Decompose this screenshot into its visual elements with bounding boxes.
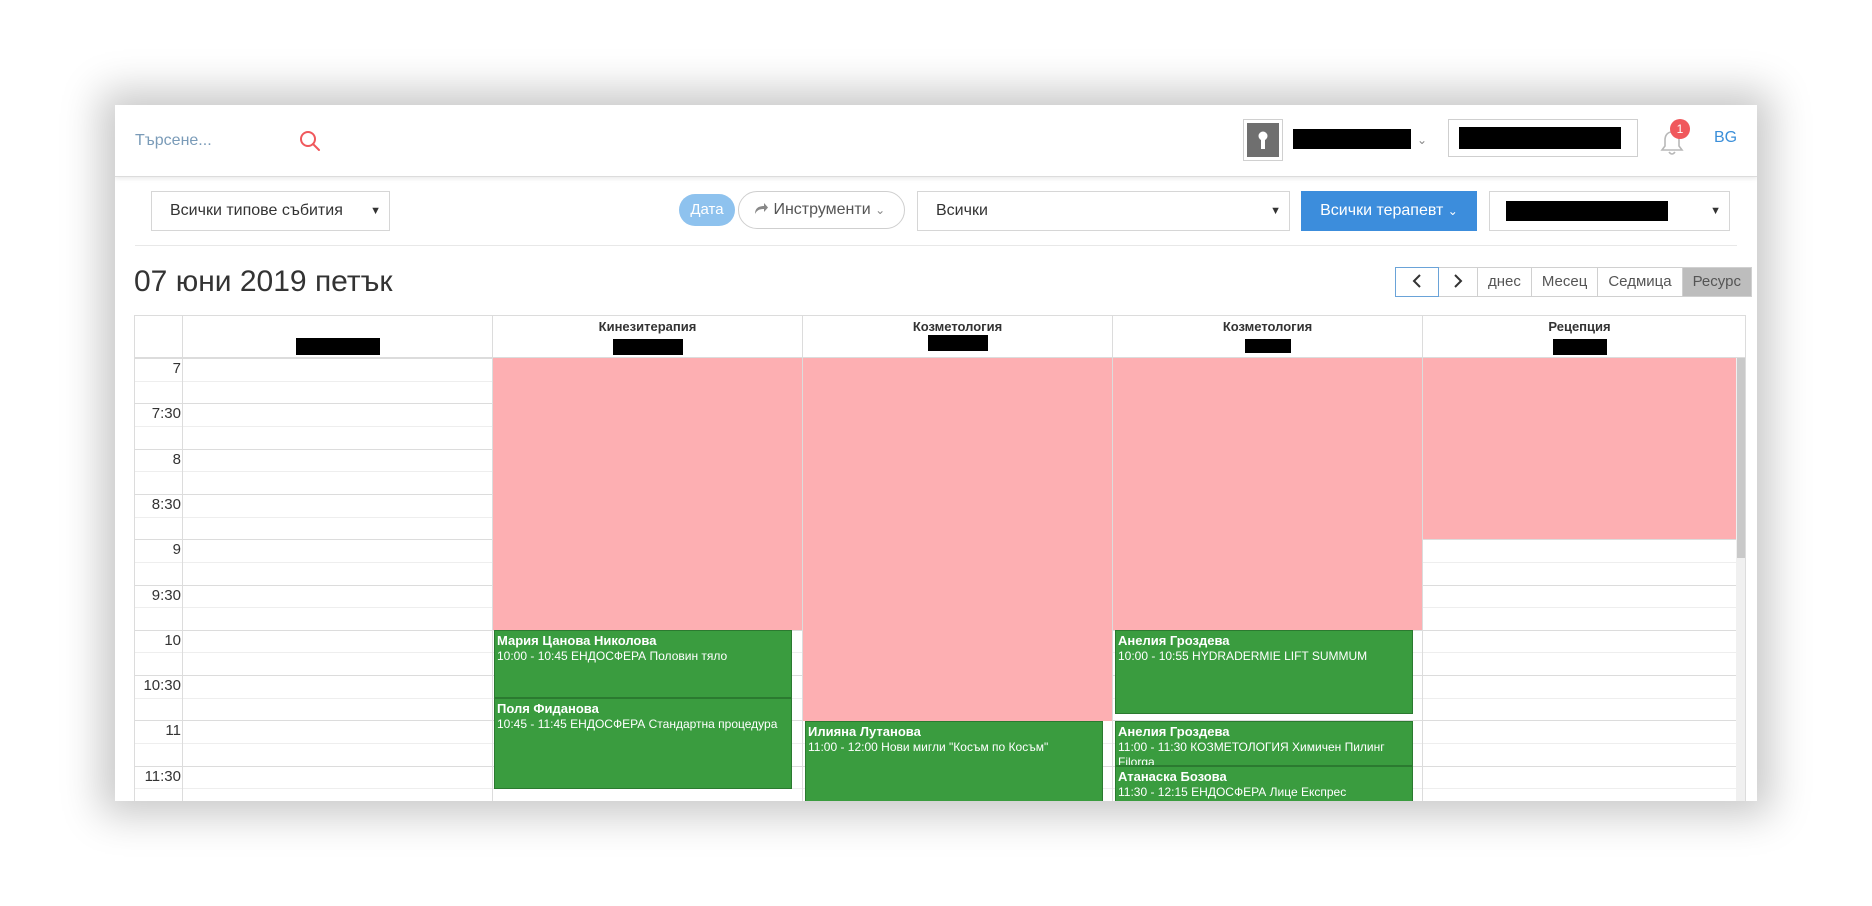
event-types-select[interactable]: Всички типове събития ▼ [151,191,390,231]
app-window: ⌄ 1 BG Всички типове събития ▼ Дата Инст… [115,105,1757,801]
therapist-select[interactable]: ▼ [1489,191,1730,231]
today-button[interactable]: днес [1477,267,1532,297]
unavailable-block [493,358,802,630]
time-label: 10:30 [143,677,181,694]
resource-header [182,316,492,358]
scrollbar[interactable] [1736,358,1745,801]
therapists-button[interactable]: Всички терапевт ⌄ [1301,191,1477,231]
calendar-event[interactable]: Анелия Гроздева 10:00 - 10:55 HYDRADERMI… [1115,630,1413,714]
week-view-button[interactable]: Седмица [1597,267,1683,297]
all-label: Всички [936,202,988,219]
event-details: 10:00 - 10:55 HYDRADERMIE LIFT SUMMUM [1118,649,1368,663]
all-select[interactable]: Всички ▼ [917,191,1290,231]
resource-name: Кинезитерапия [598,319,697,334]
resource-header: Рецепция [1422,316,1736,358]
resource-person-redacted [295,338,380,355]
location-select[interactable] [1448,119,1638,157]
event-client: Илияна Лутанова [808,724,921,739]
time-label: 8:30 [151,496,181,513]
resource-person-redacted [1552,339,1607,355]
user-name-redacted[interactable] [1293,129,1411,149]
search-input[interactable] [135,127,295,155]
resource-name: Рецепция [1548,319,1611,334]
tools-button[interactable]: Инструменти ⌄ [738,191,905,229]
resource-header: Козметология [1112,316,1422,358]
resource-header: Козметология [802,316,1112,358]
time-label: 11:30 [144,768,181,785]
calendar-header: Кинезитерапия Козметология Козметология … [135,315,1745,358]
share-arrow-icon [755,203,768,214]
event-details: 11:30 - 12:15 ЕНДОСФЕРА Лице Експрес [1118,785,1347,799]
event-client: Атанаска Бозова [1118,769,1227,784]
calendar-event[interactable]: Поля Фиданова 10:45 - 11:45 ЕНДОСФЕРА Ст… [494,698,792,789]
event-details: 11:00 - 12:00 Нови мигли "Косъм по Косъм… [808,740,1049,754]
event-details: 11:00 - 11:30 КОЗМЕТОЛОГИЯ Химичен Пилин… [1118,740,1385,766]
caret-down-icon: ▼ [1710,205,1721,217]
next-button[interactable] [1438,267,1478,297]
language-switch[interactable]: BG [1714,129,1737,147]
top-bar: ⌄ 1 BG [115,105,1757,177]
resource-person-redacted [612,339,683,355]
event-client: Анелия Гроздева [1118,633,1230,648]
chevron-down-icon: ⌄ [875,203,886,217]
resource-person-redacted [1244,339,1291,353]
resource-name: Козметология [1222,319,1313,334]
caret-down-icon: ▼ [1270,205,1281,217]
user-silhouette-icon [1258,131,1268,149]
calendar-event[interactable]: Атанаска Бозова 11:30 - 12:15 ЕНДОСФЕРА … [1115,766,1413,801]
calendar-event[interactable]: Мария Цанова Николова 10:00 - 10:45 ЕНДО… [494,630,792,698]
time-label: 9 [172,541,181,558]
unavailable-block [803,358,1112,721]
search-icon[interactable] [298,129,322,153]
time-label: 7 [172,360,181,377]
time-label: 8 [172,451,181,468]
location-redacted [1459,127,1621,149]
time-label: 9:30 [151,587,181,604]
event-client: Поля Фиданова [497,701,599,716]
chevron-down-icon: ⌄ [1447,204,1458,218]
column-separator [182,358,183,801]
resource-header: Кинезитерапия [492,316,802,358]
event-client: Мария Цанова Николова [497,633,657,648]
month-view-button[interactable]: Месец [1530,267,1599,297]
event-details: 10:45 - 11:45 ЕНДОСФЕРА Стандартна проце… [497,717,778,731]
therapists-label: Всички терапевт [1320,202,1444,219]
resource-view-button[interactable]: Ресурс [1681,267,1752,297]
chevron-down-icon[interactable]: ⌄ [1417,133,1427,147]
notification-badge: 1 [1670,119,1690,139]
chevron-right-icon [1454,274,1463,288]
unavailable-block [1423,358,1736,539]
resource-name: Козметология [912,319,1003,334]
resource-person-redacted [927,335,988,351]
event-types-label: Всички типове събития [170,202,343,219]
scrollbar-thumb[interactable] [1737,358,1745,558]
event-details: 10:00 - 10:45 ЕНДОСФЕРА Половин тяло [497,649,728,663]
page-title: 07 юни 2019 петък [134,265,393,298]
calendar-event[interactable]: Анелия Гроздева 11:00 - 11:30 КОЗМЕТОЛОГ… [1115,721,1413,766]
therapist-redacted [1506,201,1668,221]
calendar-body: 7 7:30 8 8:30 9 9:30 10 10:30 11 11:30 Мария Цано… [135,358,1745,801]
chevron-left-icon [1412,274,1421,288]
caret-down-icon: ▼ [370,205,381,217]
date-pill[interactable]: Дата [679,194,735,226]
resource-calendar: Кинезитерапия Козметология Козметология … [134,315,1746,801]
divider [135,245,1737,246]
time-label: 10 [164,632,181,649]
time-label: 11 [165,722,181,739]
time-label: 7:30 [151,405,181,422]
unavailable-block [1113,358,1422,630]
prev-button[interactable] [1395,267,1439,297]
calendar-event[interactable]: Илияна Лутанова 11:00 - 12:00 Нови мигли… [805,721,1103,801]
event-client: Анелия Гроздева [1118,724,1230,739]
avatar[interactable] [1243,119,1283,161]
calendar-nav: днес Месец Седмица Ресурс [1395,267,1752,297]
tools-label: Инструменти [773,201,871,218]
